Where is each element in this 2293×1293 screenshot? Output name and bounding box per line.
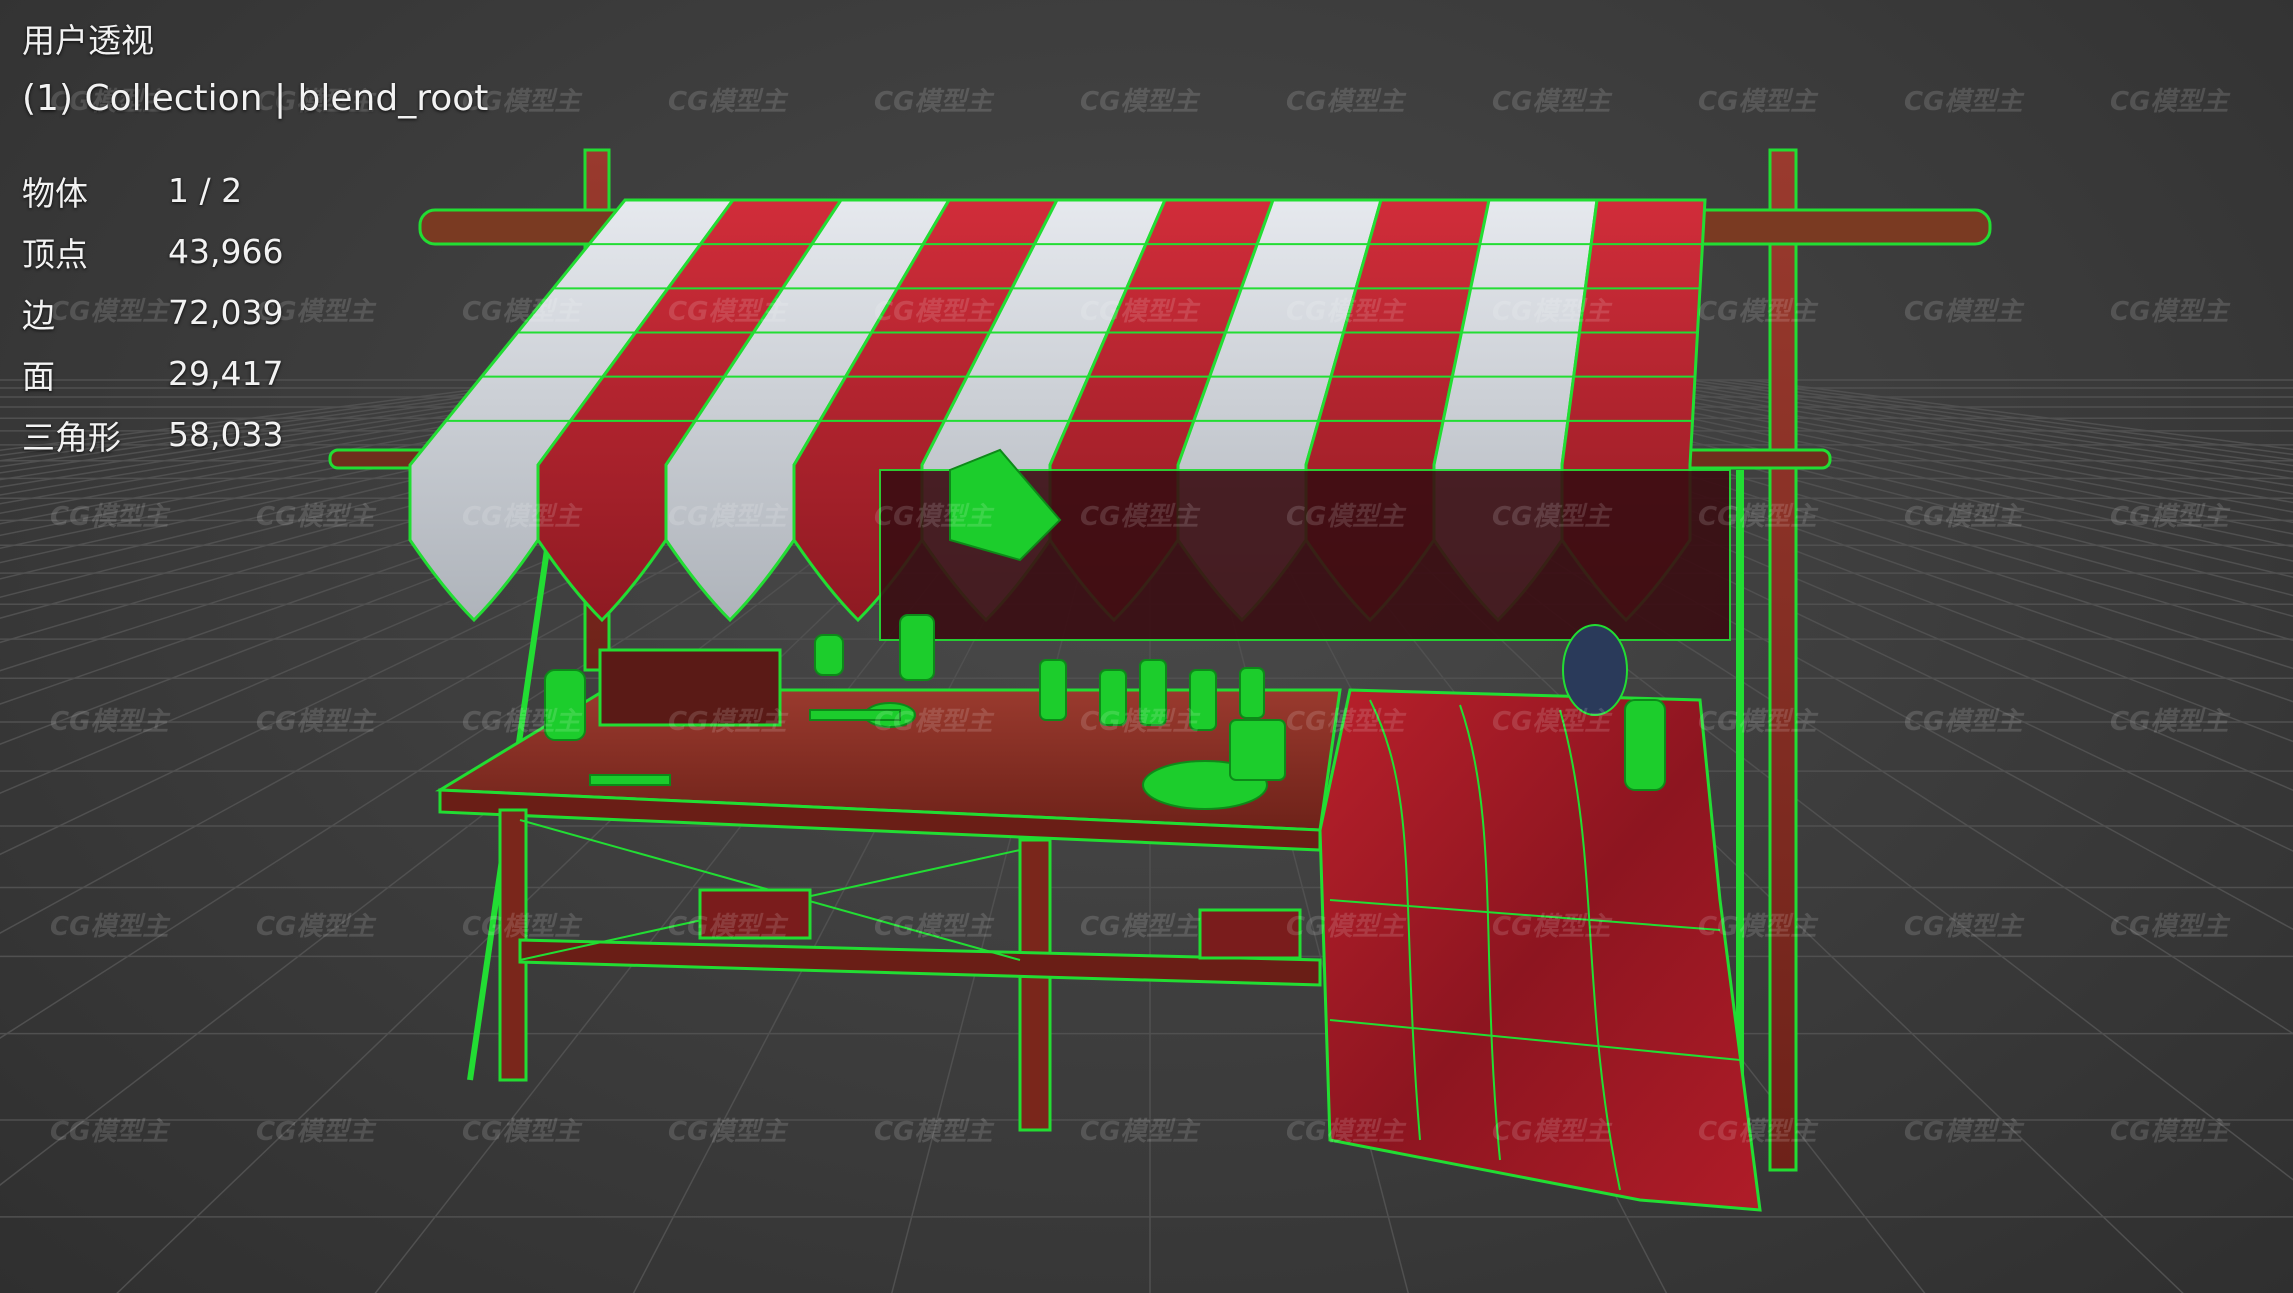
watermark-text: CG模型主 — [1080, 707, 1201, 737]
stat-value: 43,966 — [168, 232, 284, 271]
stat-label: 三角形 — [22, 417, 121, 457]
watermark-text: CG模型主 — [1080, 912, 1201, 942]
watermark-text: CG模型主 — [1904, 87, 2025, 117]
stat-label: 物体 — [22, 173, 88, 213]
watermark-text: CG模型主 — [668, 912, 789, 942]
watermark-text: CG模型主 — [1698, 87, 1819, 117]
watermark-text: CG模型主 — [1286, 1117, 1407, 1147]
watermark-text: CG模型主 — [1080, 297, 1201, 327]
watermark-text: CG模型主 — [2110, 1117, 2231, 1147]
stat-label: 面 — [22, 356, 55, 396]
watermark-text: CG模型主 — [1698, 912, 1819, 942]
watermark-text: CG模型主 — [668, 297, 789, 327]
watermark-text: CG模型主 — [462, 502, 583, 532]
watermark-text: CG模型主 — [668, 87, 789, 117]
watermark-text: CG模型主 — [462, 912, 583, 942]
watermark-text: CG模型主 — [1904, 1117, 2025, 1147]
stat-row-edges: 边 72,039 — [22, 282, 488, 343]
stat-label: 顶点 — [22, 234, 88, 274]
watermark-text: CG模型主 — [462, 707, 583, 737]
watermark-text: CG模型主 — [1286, 297, 1407, 327]
watermark-text: CG模型主 — [874, 297, 995, 327]
watermark-text: CG模型主 — [256, 912, 377, 942]
watermark-text: CG模型主 — [1492, 1117, 1613, 1147]
watermark-text: CG模型主 — [668, 1117, 789, 1147]
watermark-text: CG模型主 — [1492, 502, 1613, 532]
3d-viewport[interactable]: CG模型主 CG模型主 CG模型主 CG模型主 CG模型主 CG模型主 CG模型主 CG模型主… — [0, 0, 2293, 1293]
stat-value: 1 / 2 — [168, 171, 243, 210]
watermark-text: CG模型主 — [1698, 502, 1819, 532]
watermark-text: CG模型主 — [874, 912, 995, 942]
view-name: 用户透视 — [22, 21, 154, 60]
stat-row-triangles: 三角形 58,033 — [22, 404, 488, 465]
watermark-text: CG模型主 — [256, 707, 377, 737]
watermark-text: CG模型主 — [874, 87, 995, 117]
stat-value: 72,039 — [168, 293, 284, 332]
stat-row-faces: 面 29,417 — [22, 343, 488, 404]
watermark-text: CG模型主 — [2110, 297, 2231, 327]
stat-row-objects: 物体 1 / 2 — [22, 160, 488, 221]
stat-value: 29,417 — [168, 354, 284, 393]
stat-value: 58,033 — [168, 415, 284, 454]
watermark-text: CG模型主 — [1080, 1117, 1201, 1147]
watermark-text: CG模型主 — [1698, 297, 1819, 327]
watermark-text: CG模型主 — [2110, 707, 2231, 737]
watermark-text: CG模型主 — [874, 707, 995, 737]
watermark-text: CG模型主 — [1286, 87, 1407, 117]
watermark-text: CG模型主 — [1904, 912, 2025, 942]
watermark-text: CG模型主 — [1698, 707, 1819, 737]
watermark-text: CG模型主 — [50, 1117, 171, 1147]
stat-row-vertices: 顶点 43,966 — [22, 221, 488, 282]
watermark-text: CG模型主 — [1286, 707, 1407, 737]
watermark-text: CG模型主 — [1904, 502, 2025, 532]
watermark-text: CG模型主 — [2110, 502, 2231, 532]
watermark-text: CG模型主 — [1698, 1117, 1819, 1147]
watermark-text: CG模型主 — [1080, 87, 1201, 117]
market-table — [435, 688, 1342, 1132]
viewport-info-overlay: 用户透视 (1) Collection | blend_root 物体 1 / … — [22, 18, 488, 465]
watermark-text: CG模型主 — [668, 502, 789, 532]
watermark-text: CG模型主 — [50, 502, 171, 532]
watermark-text: CG模型主 — [1492, 912, 1613, 942]
watermark-text: CG模型主 — [256, 502, 377, 532]
watermark-text: CG模型主 — [1904, 297, 2025, 327]
watermark-text: CG模型主 — [1286, 502, 1407, 532]
stats-panel: 物体 1 / 2 顶点 43,966 边 72,039 面 29,417 三角形… — [22, 160, 488, 465]
watermark-text: CG模型主 — [1492, 87, 1613, 117]
stat-label: 边 — [22, 295, 55, 335]
watermark-text: CG模型主 — [1286, 912, 1407, 942]
watermark-text: CG模型主 — [50, 912, 171, 942]
watermark-text: CG模型主 — [668, 707, 789, 737]
watermark-text: CG模型主 — [256, 1117, 377, 1147]
watermark-text: CG模型主 — [462, 1117, 583, 1147]
watermark-text: CG模型主 — [1492, 707, 1613, 737]
watermark-text: CG模型主 — [874, 1117, 995, 1147]
watermark-text: CG模型主 — [50, 707, 171, 737]
watermark-text: CG模型主 — [874, 502, 995, 532]
watermark-text: CG模型主 — [2110, 912, 2231, 942]
watermark-text: CG模型主 — [1080, 502, 1201, 532]
watermark-text: CG模型主 — [1492, 297, 1613, 327]
watermark-text: CG模型主 — [1904, 707, 2025, 737]
watermark-text: CG模型主 — [2110, 87, 2231, 117]
collection-label: (1) Collection | blend_root — [22, 78, 489, 119]
